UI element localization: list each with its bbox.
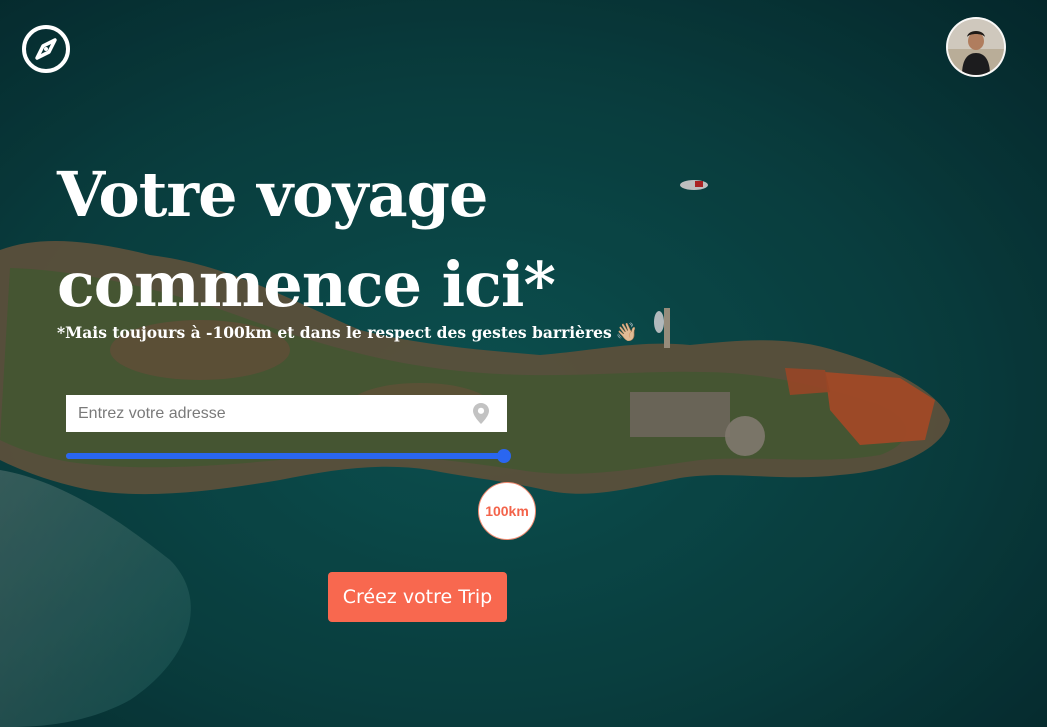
slider-thumb[interactable] [497, 449, 511, 463]
hero-subtitle: *Mais toujours à -100km et dans le respe… [57, 322, 638, 343]
waving-hand-icon: 👋🏼 [615, 322, 639, 343]
compass-icon[interactable] [21, 24, 71, 74]
map-pin-icon [473, 403, 489, 424]
hero-subtitle-text: *Mais toujours à -100km et dans le respe… [57, 323, 612, 342]
address-field [66, 395, 507, 432]
radius-value-badge: 100km [478, 482, 536, 540]
create-trip-button[interactable]: Créez votre Trip [328, 572, 507, 622]
page: Votre voyage commence ici* *Mais toujour… [0, 0, 1047, 727]
radius-slider[interactable] [66, 449, 511, 463]
background-image [0, 0, 1047, 727]
slider-fill [66, 453, 507, 459]
user-avatar[interactable] [946, 17, 1006, 77]
hero-title: Votre voyage commence ici* [57, 158, 556, 321]
address-input[interactable] [66, 395, 466, 432]
